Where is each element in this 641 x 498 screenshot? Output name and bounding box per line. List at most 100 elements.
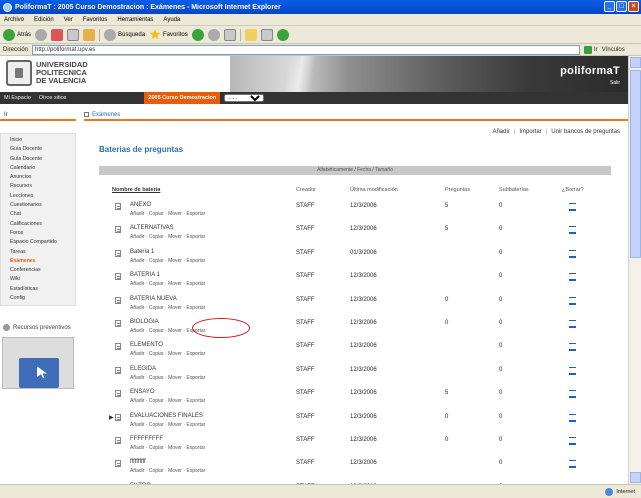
vertical-scrollbar[interactable]: [628, 56, 641, 484]
go-button[interactable]: Ir: [584, 45, 598, 54]
pool-row-actions[interactable]: Añadir · Copiar · Mover · Exportar: [130, 281, 205, 287]
tab-current-course[interactable]: 2005 Curso Demostracion: [144, 92, 221, 104]
pool-title-link[interactable]: ELEGIDA: [130, 366, 156, 372]
sidebar-item[interactable]: Anuncios: [1, 173, 75, 182]
sidebar-item[interactable]: Tareas: [1, 248, 75, 257]
pool-title-link[interactable]: ALTERNATIVAS: [130, 225, 174, 231]
sidebar-item[interactable]: Cuestionarios: [1, 201, 75, 210]
pool-title-link[interactable]: ELEMENTO: [130, 342, 163, 348]
favorites-button[interactable]: Favoritos: [149, 28, 188, 41]
pool-title-link[interactable]: Batería 1: [130, 249, 154, 255]
pool-title-link[interactable]: ffffffffff: [130, 459, 146, 465]
sidebar-item[interactable]: Conferencias: [1, 266, 75, 275]
pool-title-link[interactable]: ANEXO: [130, 202, 151, 208]
messenger-icon[interactable]: [276, 28, 289, 41]
sidebar-item[interactable]: Espacio Compartido: [1, 238, 75, 247]
remove-checkbox-icon[interactable]: [569, 249, 576, 258]
search-button[interactable]: Búsqueda: [104, 28, 145, 41]
sidebar-item[interactable]: Guía Docente: [1, 155, 75, 164]
col-subpools[interactable]: Subbaterías: [499, 187, 529, 193]
scroll-thumb[interactable]: [630, 70, 641, 258]
sidebar-item[interactable]: Inicio: [1, 136, 75, 145]
sort-bar[interactable]: Alfabéticamente / Fecha / Tamaño: [99, 166, 611, 175]
pool-row-actions[interactable]: Añadir · Copiar · Mover · Exportar: [130, 258, 205, 264]
menu-ayuda[interactable]: Ayuda: [163, 17, 180, 23]
remove-checkbox-icon[interactable]: [569, 460, 576, 469]
pool-row-actions[interactable]: Añadir · Copiar · Mover · Exportar: [130, 305, 205, 311]
print-icon[interactable]: [223, 28, 236, 41]
course-select[interactable]: - - -: [224, 94, 265, 102]
address-input[interactable]: http://poliformat.upv.es: [32, 44, 581, 55]
remove-checkbox-icon[interactable]: [569, 226, 576, 235]
recursos-image[interactable]: [2, 337, 74, 390]
menu-ver[interactable]: Ver: [64, 17, 73, 23]
sidebar-item[interactable]: Wiki: [1, 275, 75, 284]
refresh-icon[interactable]: [67, 28, 80, 41]
maximize-button[interactable]: □: [616, 1, 627, 12]
exit-link[interactable]: Salir: [610, 80, 620, 86]
pool-row-actions[interactable]: Añadir · Copiar · Mover · Exportar: [130, 375, 205, 381]
edit-icon[interactable]: [260, 28, 273, 41]
pool-title-link[interactable]: BATERIA 1: [130, 272, 160, 278]
remove-checkbox-icon[interactable]: [569, 413, 576, 422]
remove-checkbox-icon[interactable]: [569, 296, 576, 305]
merge-pools-link[interactable]: Unir bancos de preguntas: [551, 129, 620, 135]
remove-checkbox-icon[interactable]: [569, 343, 576, 352]
menu-archivo[interactable]: Archivo: [4, 17, 24, 23]
col-questions[interactable]: Preguntas: [445, 187, 470, 193]
remove-checkbox-icon[interactable]: [569, 203, 576, 211]
home-icon[interactable]: [83, 28, 96, 41]
sidebar-item[interactable]: Lecciones: [1, 192, 75, 201]
stop-icon[interactable]: [51, 28, 64, 41]
scroll-up-icon[interactable]: [630, 57, 641, 68]
tab-mi-espacio[interactable]: Mi Espacio: [0, 95, 35, 101]
col-modified[interactable]: Última modificación: [350, 187, 398, 193]
menu-herramientas[interactable]: Herramientas: [117, 17, 153, 23]
remove-checkbox-icon[interactable]: [569, 436, 576, 445]
table-row: ANEXO Añadir · Copiar · Mover · Exportar S…: [112, 202, 612, 225]
remove-checkbox-icon[interactable]: [569, 366, 576, 375]
back-button[interactable]: Atrás: [3, 28, 31, 41]
pool-row-actions[interactable]: Añadir · Copiar · Mover · Exportar: [130, 211, 205, 217]
pool-title-link[interactable]: BIOLOGIA: [130, 319, 159, 325]
pool-title-link[interactable]: BATERIA NUEVA: [130, 296, 177, 302]
menu-favoritos[interactable]: Favoritos: [83, 17, 108, 23]
folder-icon[interactable]: [244, 28, 257, 41]
scroll-down-icon[interactable]: [630, 472, 641, 483]
sidebar-item[interactable]: Exámenes: [1, 257, 75, 266]
mail-icon[interactable]: [207, 28, 220, 41]
pool-title-link[interactable]: ENSAYO: [130, 389, 155, 395]
tab-otros-sitios[interactable]: Otros sitios: [35, 95, 71, 101]
links-label[interactable]: Vínculos: [602, 47, 625, 53]
minimize-button[interactable]: _: [604, 1, 615, 12]
sidebar-item[interactable]: Recursos: [1, 182, 75, 191]
remove-checkbox-icon[interactable]: [569, 390, 576, 399]
sidebar-item[interactable]: Config: [1, 294, 75, 303]
menu-edicion[interactable]: Edición: [34, 17, 54, 23]
sidebar-item[interactable]: Estadísticas: [1, 285, 75, 294]
pool-row-actions[interactable]: Añadir · Copiar · Mover · Exportar: [130, 445, 205, 451]
col-owner[interactable]: Creador: [296, 187, 316, 193]
history-icon[interactable]: [191, 28, 204, 41]
sidebar-item[interactable]: Chat: [1, 210, 75, 219]
import-link[interactable]: Importar: [519, 129, 541, 135]
sidebar-item[interactable]: Foros: [1, 229, 75, 238]
sidebar-item[interactable]: Calificaciones: [1, 220, 75, 229]
forward-button[interactable]: [35, 28, 48, 41]
expand-icon[interactable]: ▶: [109, 414, 114, 421]
remove-checkbox-icon[interactable]: [569, 273, 576, 282]
pool-row-actions[interactable]: Añadir · Copiar · Mover · Exportar: [130, 422, 205, 428]
close-button[interactable]: ×: [628, 1, 639, 12]
pool-row-actions[interactable]: Añadir · Copiar · Mover · Exportar: [130, 398, 205, 404]
add-pool-link[interactable]: Añadir: [492, 129, 509, 135]
pool-row-actions[interactable]: Añadir · Copiar · Mover · Exportar: [130, 234, 205, 240]
sidebar-item[interactable]: Guía Docente: [1, 145, 75, 154]
table-row: BIOLOGIA Añadir · Copiar · Mover · Export…: [112, 319, 612, 342]
col-name[interactable]: Nombre de batería: [112, 187, 160, 193]
sidebar-item[interactable]: Calendario: [1, 164, 75, 173]
pool-row-actions[interactable]: Añadir · Copiar · Mover · Exportar: [130, 351, 205, 357]
pool-row-actions[interactable]: Añadir · Copiar · Mover · Exportar: [130, 468, 205, 474]
pool-title-link[interactable]: FFFFFFFFF: [130, 436, 163, 442]
pool-title-link[interactable]: EVALUACIONES FINALES: [130, 413, 203, 419]
remove-checkbox-icon[interactable]: [569, 319, 576, 328]
